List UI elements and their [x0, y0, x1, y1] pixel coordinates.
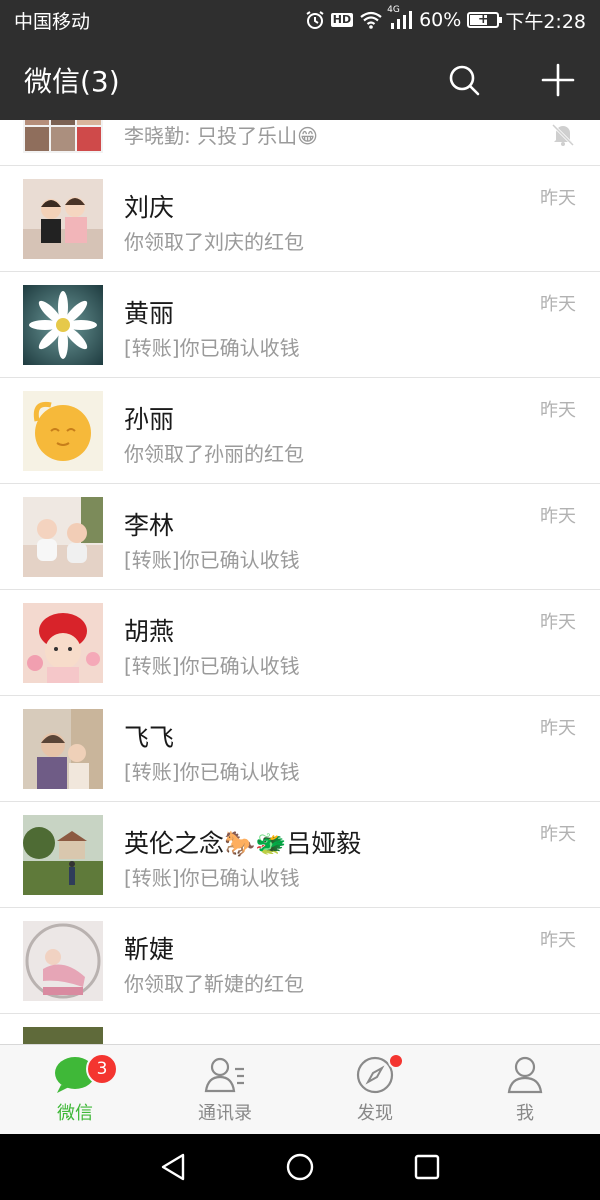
chat-name: 飞飞	[124, 723, 175, 752]
mute-bell-icon	[550, 122, 576, 152]
avatar	[23, 709, 103, 789]
chat-name: 孙丽	[124, 405, 175, 434]
status-icons: HD 4G 60% + 下午2:28	[305, 5, 586, 34]
tab-bar: 3 微信 通讯录 发现 我	[0, 1044, 600, 1134]
chat-time: 昨天	[540, 612, 576, 633]
network-type-label: 4G	[387, 5, 400, 15]
home-button[interactable]	[280, 1147, 320, 1187]
chat-item-group[interactable]: 李晓勤: 只投了乐山😁	[0, 120, 600, 166]
plus-icon	[541, 63, 575, 97]
battery-icon: +	[467, 12, 503, 28]
chat-time: 昨天	[540, 930, 576, 951]
avatar	[23, 603, 103, 683]
chat-item[interactable]: 靳婕 你领取了靳婕的红包 昨天	[0, 908, 600, 1014]
search-button[interactable]	[444, 60, 484, 100]
chat-preview: 你领取了靳婕的红包	[124, 972, 304, 996]
chat-name: 靳婕	[124, 935, 175, 964]
app-header: 微信(3)	[0, 40, 600, 120]
status-bar: 中国移动 HD 4G 60% + 下午2:28	[0, 0, 600, 40]
recents-button[interactable]	[407, 1147, 447, 1187]
tab-chats[interactable]: 3 微信	[0, 1045, 150, 1134]
unread-badge: 3	[86, 1053, 118, 1085]
chat-time: 昨天	[540, 400, 576, 421]
add-button[interactable]	[538, 60, 578, 100]
tab-contacts[interactable]: 通讯录	[150, 1045, 300, 1134]
contacts-icon	[204, 1057, 244, 1093]
chat-time: 昨天	[540, 718, 576, 739]
chat-item[interactable]: 孙丽 你领取了孙丽的红包 昨天	[0, 378, 600, 484]
avatar	[23, 179, 103, 259]
chat-time: 昨天	[540, 294, 576, 315]
chat-preview: 你领取了刘庆的红包	[124, 230, 304, 254]
chat-item[interactable]: 胡燕 [转账]你已确认收钱 昨天	[0, 590, 600, 696]
avatar	[23, 921, 103, 1001]
battery-percent: 60%	[419, 9, 462, 31]
chat-time: 昨天	[540, 506, 576, 527]
avatar	[23, 815, 103, 895]
chat-item[interactable]: 黄丽 [转账]你已确认收钱 昨天	[0, 272, 600, 378]
carrier-label: 中国移动	[14, 10, 91, 33]
cellular-signal-icon: 4G	[387, 5, 413, 29]
clock: 下午2:28	[505, 10, 586, 33]
chat-preview: [转账]你已确认收钱	[124, 336, 300, 360]
chat-preview: [转账]你已确认收钱	[124, 548, 300, 572]
chat-name: 刘庆	[124, 193, 175, 222]
chat-name: 李林	[124, 511, 175, 540]
page-title: 微信(3)	[24, 65, 120, 98]
avatar	[23, 497, 103, 577]
chat-preview: [转账]你已确认收钱	[124, 866, 300, 890]
chat-preview: 李晓勤: 只投了乐山😁	[124, 124, 318, 148]
chat-item[interactable]: 刘庆 你领取了刘庆的红包 昨天	[0, 166, 600, 272]
avatar	[23, 391, 103, 471]
avatar	[23, 285, 103, 365]
hd-badge: HD	[330, 13, 354, 27]
chat-preview: 你领取了孙丽的红包	[124, 442, 304, 466]
back-triangle-icon	[162, 1153, 185, 1181]
notification-dot	[388, 1053, 404, 1069]
chat-preview: [转账]你已确认收钱	[124, 760, 300, 784]
chat-item[interactable]: 李林 [转账]你已确认收钱 昨天	[0, 484, 600, 590]
alarm-icon	[305, 10, 325, 30]
chat-item[interactable]: 飞飞 [转账]你已确认收钱 昨天	[0, 696, 600, 802]
recents-square-icon	[414, 1154, 439, 1180]
home-circle-icon	[286, 1153, 314, 1181]
chat-preview: [转账]你已确认收钱	[124, 654, 300, 678]
tab-label: 发现	[357, 1103, 393, 1124]
chat-item[interactable]: 英伦之念🐎🐲吕娅毅 [转账]你已确认收钱 昨天	[0, 802, 600, 908]
search-icon	[449, 65, 480, 96]
chat-item-partial[interactable]	[0, 1014, 600, 1044]
person-icon	[507, 1056, 543, 1094]
system-nav-bar	[0, 1134, 600, 1200]
chat-name: 黄丽	[124, 299, 175, 328]
tab-label: 我	[516, 1103, 534, 1124]
header-actions	[444, 60, 578, 100]
chat-name: 英伦之念🐎🐲吕娅毅	[124, 829, 362, 858]
chat-time: 昨天	[540, 824, 576, 845]
chat-name: 胡燕	[124, 617, 175, 646]
chat-time: 昨天	[540, 188, 576, 209]
tab-me[interactable]: 我	[450, 1045, 600, 1134]
back-button[interactable]	[153, 1147, 193, 1187]
chat-list: 李晓勤: 只投了乐山😁 刘庆 你领取了刘庆的红包 昨天 黄丽 [转账]你已确认收…	[0, 120, 600, 1044]
tab-label: 微信	[57, 1103, 93, 1124]
avatar	[23, 120, 103, 153]
tab-discover[interactable]: 发现	[300, 1045, 450, 1134]
avatar	[23, 1027, 103, 1044]
tab-label: 通讯录	[198, 1103, 252, 1124]
wifi-icon	[359, 11, 383, 29]
